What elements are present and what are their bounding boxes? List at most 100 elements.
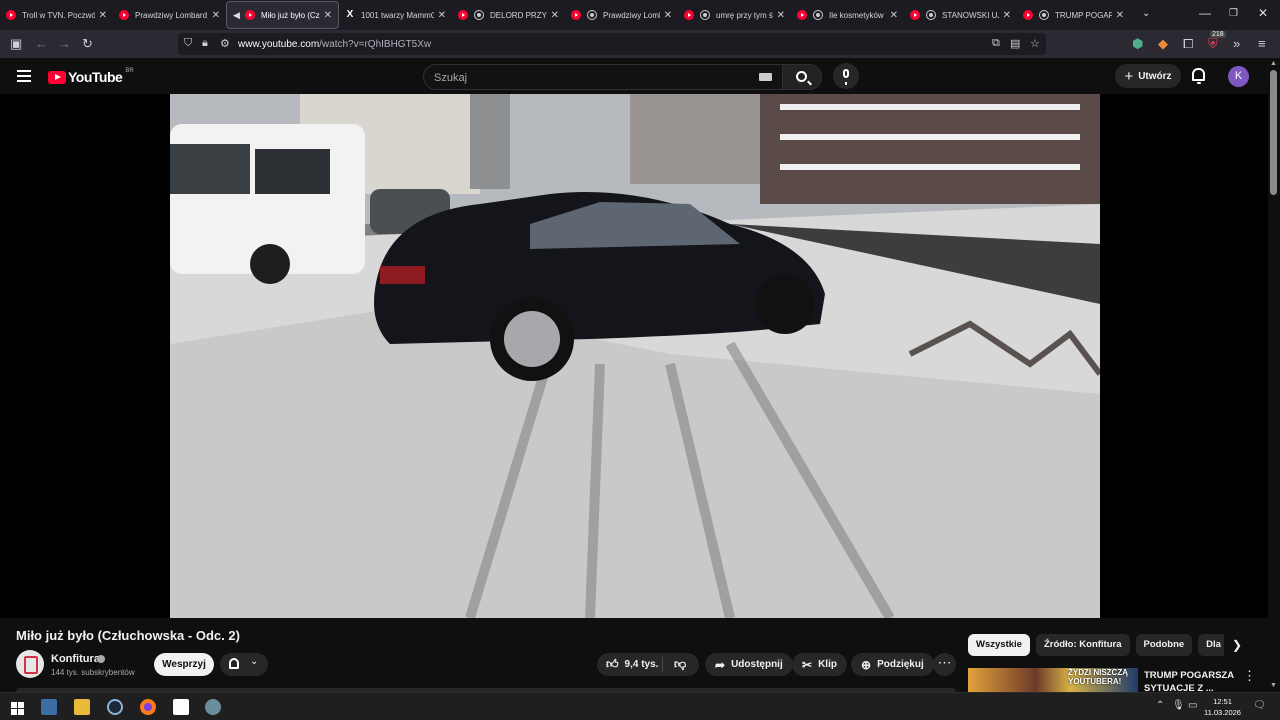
app-menu-icon[interactable]: ≡ <box>1258 36 1266 51</box>
youtube-icon <box>571 10 581 20</box>
chevron-right-icon[interactable]: ❯ <box>1232 638 1242 652</box>
window-close-icon[interactable]: ✕ <box>1258 6 1268 20</box>
reload-icon[interactable]: ↻ <box>82 36 93 52</box>
channel-name[interactable]: Konfitura <box>51 653 100 665</box>
shield-icon[interactable]: ⛉ <box>184 37 192 50</box>
thanks-button[interactable]: ⊕ Podziękuj <box>851 653 934 676</box>
steam-icon[interactable] <box>107 699 123 715</box>
browser-tab[interactable]: umrę przy tym śl ✕ <box>678 1 791 29</box>
browser-tab[interactable]: X 1001 twarzy MammOn ✕ <box>339 1 452 29</box>
close-icon[interactable]: ✕ <box>212 10 220 21</box>
minimize-icon[interactable]: — <box>1199 6 1211 20</box>
browser-tab[interactable]: Troll w TVN. Poczwórn✕ <box>0 1 113 29</box>
close-icon[interactable]: ✕ <box>777 10 785 21</box>
browser-tab-active[interactable]: ◀ Miło już było (Cz ✕ <box>226 1 339 29</box>
windows-taskbar: ⌃ 🎙︎ ▭ 12:51 11.03.2026 🗨︎ <box>0 692 1280 720</box>
file-explorer-icon[interactable] <box>74 699 90 715</box>
hamburger-menu-icon[interactable] <box>17 70 31 82</box>
like-button[interactable]: 👍︎ 9,4 tys. <box>597 657 663 672</box>
share-arrow-icon: ➦ <box>715 657 726 672</box>
reader-view-icon[interactable]: ▤ <box>1010 37 1020 50</box>
verified-check-icon <box>97 655 105 663</box>
globe-icon <box>1039 10 1049 20</box>
app-icon[interactable] <box>173 699 189 715</box>
subscriber-count: 144 tys. subskrybentów <box>51 668 135 677</box>
network-icon[interactable]: ▭ <box>1188 700 1197 711</box>
overflow-chevron-icon[interactable]: » <box>1233 36 1240 51</box>
channel-avatar[interactable] <box>16 650 44 678</box>
ublock-icon[interactable]: ⛨ <box>1208 36 1218 52</box>
close-icon[interactable]: ✕ <box>664 10 672 21</box>
pc-monitor-icon[interactable] <box>41 699 57 715</box>
browser-tab[interactable]: STANOWSKI UJA✕ <box>904 1 1017 29</box>
chip-source[interactable]: Źródło: Konfitura <box>1035 634 1130 656</box>
tab-list-chevron-icon[interactable]: ⌄ <box>1142 8 1150 19</box>
system-clock[interactable]: 12:51 11.03.2026 <box>1204 696 1241 718</box>
restore-icon[interactable]: ❐ <box>1229 8 1238 19</box>
scroll-up-arrow-icon[interactable]: ▲ <box>1270 60 1277 67</box>
windows-start-icon[interactable] <box>9 699 25 715</box>
tray-chevron-icon[interactable]: ⌃ <box>1156 700 1164 711</box>
chevron-down-icon: ⌄ <box>250 656 259 667</box>
permissions-icon[interactable]: ⚙ <box>220 37 230 50</box>
youtube-icon <box>6 10 16 20</box>
notification-settings-button[interactable]: ⌄ <box>220 653 268 676</box>
tab-view-icon[interactable]: ▣ <box>10 36 22 52</box>
firefox-icon[interactable] <box>140 699 156 715</box>
scrollbar-thumb[interactable] <box>1270 70 1277 195</box>
close-icon[interactable]: ✕ <box>438 10 446 21</box>
recommended-thumbnail[interactable]: ŻYDZI NISZCZĄ YOUTUBERA! <box>968 668 1138 692</box>
support-button[interactable]: Wesprzyj <box>154 653 214 676</box>
extensions-puzzle-icon[interactable]: ⧠ <box>1183 36 1193 52</box>
youtube-play-icon <box>48 70 66 84</box>
microphone-tray-icon[interactable]: 🎙︎ <box>1172 700 1185 711</box>
scroll-down-arrow-icon[interactable]: ▼ <box>1270 682 1277 689</box>
close-icon[interactable]: ✕ <box>551 10 559 21</box>
create-button[interactable]: + Utwórz <box>1115 64 1181 88</box>
browser-tab[interactable]: Ile kosmetyków w ✕ <box>791 1 904 29</box>
dislike-button[interactable]: 👎︎ <box>663 657 686 672</box>
microphone-icon <box>843 69 849 85</box>
search-input[interactable]: Szukaj <box>423 64 783 90</box>
extension-fox-icon[interactable]: ◆ <box>1158 36 1168 52</box>
clip-button[interactable]: ✂ Klip <box>792 653 847 676</box>
speaker-icon[interactable]: ◀ <box>233 10 243 20</box>
video-frame[interactable] <box>170 94 1100 618</box>
browser-tab[interactable]: TRUMP POGARS✕ <box>1017 1 1130 29</box>
globe-icon <box>587 10 597 20</box>
forward-arrow-icon[interactable]: → <box>58 36 71 51</box>
browser-tab[interactable]: Prawdziwy Lomb ✕ <box>565 1 678 29</box>
share-button[interactable]: ➦ Udostępnij <box>705 653 793 676</box>
address-bar[interactable]: ⛉ 🔒︎ ⚙ www.youtube.com/watch?v=rQhIBHGT5… <box>178 33 1046 55</box>
voice-search-button[interactable] <box>833 63 859 89</box>
close-icon[interactable]: ✕ <box>1003 10 1011 21</box>
lock-icon[interactable]: 🔒︎ <box>202 37 208 50</box>
keyboard-icon[interactable] <box>759 73 772 81</box>
close-icon[interactable]: ✕ <box>1116 10 1124 21</box>
video-player[interactable] <box>0 94 1268 618</box>
globe-icon <box>813 10 823 20</box>
chip-all[interactable]: Wszystkie <box>968 634 1030 656</box>
extension-shield-icon[interactable]: ⬢ <box>1132 36 1143 52</box>
chip-related[interactable]: Podobne <box>1135 634 1193 656</box>
recommended-menu-icon[interactable]: ⋮ <box>1243 668 1256 684</box>
search-button[interactable] <box>782 64 822 90</box>
page-scrollbar[interactable]: ▲ ▼ <box>1268 58 1280 692</box>
youtube-icon <box>910 10 920 20</box>
browser-tab[interactable]: Prawdziwy Lombard ✕ <box>113 1 226 29</box>
close-icon[interactable]: ✕ <box>890 10 898 21</box>
chip-for-you[interactable]: Dla Ciebie <box>1198 634 1224 656</box>
close-icon[interactable]: ✕ <box>324 10 332 21</box>
youtube-logo[interactable]: YouTube BR <box>48 68 134 85</box>
picture-in-picture-icon[interactable]: ⧉ <box>992 37 1000 50</box>
app-globe-icon[interactable] <box>205 699 221 715</box>
bookmark-star-icon[interactable]: ☆ <box>1030 37 1040 50</box>
more-actions-icon[interactable]: ⋯ <box>933 653 956 676</box>
browser-tab[interactable]: DELORD PRZYŁAŁ✕ <box>452 1 565 29</box>
account-avatar[interactable]: K <box>1228 66 1249 87</box>
close-icon[interactable]: ✕ <box>99 10 107 21</box>
notifications-bell-icon[interactable] <box>1192 68 1205 84</box>
search-icon <box>796 71 807 82</box>
back-arrow-icon[interactable]: ← <box>35 36 48 51</box>
notification-center-icon[interactable]: 🗨︎ <box>1253 700 1266 711</box>
